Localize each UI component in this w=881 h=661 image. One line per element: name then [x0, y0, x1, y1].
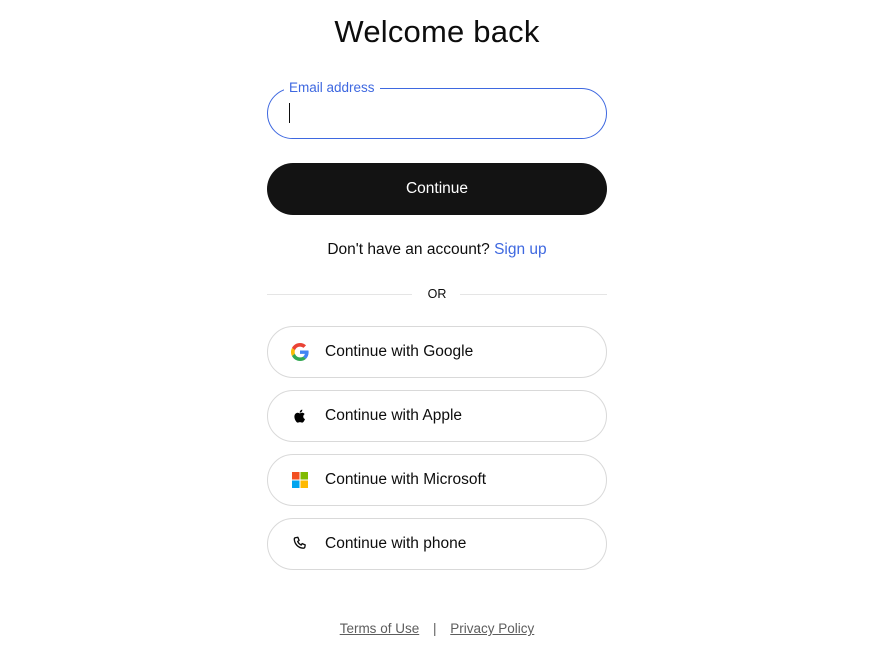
social-button-label: Continue with Google [325, 343, 474, 360]
or-divider: OR [267, 286, 607, 302]
page-title: Welcome back [334, 14, 540, 49]
phone-icon [291, 535, 309, 553]
microsoft-icon [291, 471, 309, 489]
privacy-policy-link[interactable]: Privacy Policy [450, 621, 534, 636]
signup-row: Don't have an account? Sign up [0, 241, 874, 259]
signup-prompt: Don't have an account? [327, 241, 490, 258]
continue-button[interactable]: Continue [267, 163, 607, 215]
google-icon [291, 343, 309, 361]
social-button-label: Continue with Microsoft [325, 471, 487, 488]
social-button-label: Continue with phone [325, 535, 467, 552]
continue-with-microsoft-button[interactable]: Continue with Microsoft [267, 454, 607, 506]
divider-line-right [460, 294, 607, 295]
continue-with-apple-button[interactable]: Continue with Apple [267, 390, 607, 442]
terms-of-use-link[interactable]: Terms of Use [340, 621, 420, 636]
social-button-label: Continue with Apple [325, 407, 463, 424]
footer-separator: | [432, 621, 437, 636]
login-page: Welcome back Email address Continue Don'… [0, 0, 881, 661]
apple-icon [291, 407, 309, 425]
signup-link[interactable]: Sign up [494, 241, 547, 258]
email-field-label: Email address [284, 80, 380, 96]
footer: Terms of Use | Privacy Policy [0, 621, 874, 636]
continue-with-google-button[interactable]: Continue with Google [267, 326, 607, 378]
continue-with-phone-button[interactable]: Continue with phone [267, 518, 607, 570]
text-caret [289, 103, 290, 123]
email-field-container[interactable]: Email address [267, 80, 607, 139]
email-input[interactable] [288, 101, 588, 127]
